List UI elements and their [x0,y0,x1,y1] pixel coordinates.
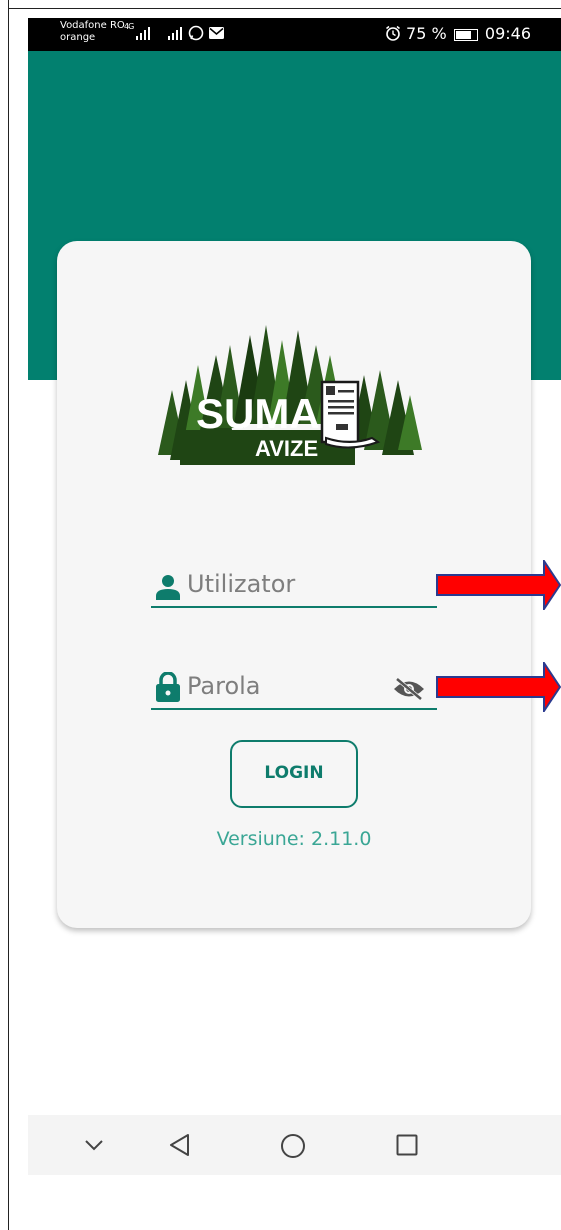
person-icon [156,575,180,600]
carrier-primary: Vodafone RO [60,20,125,31]
status-right-group: 75 % 09:46 [385,24,531,43]
lock-icon [156,672,180,702]
signal-icon-2 [168,27,182,40]
annotation-arrow-username [436,560,561,610]
chevron-down-icon[interactable] [84,1139,104,1151]
password-placeholder: Parola [187,672,261,700]
password-underline [151,708,437,710]
password-field[interactable]: Parola [151,664,437,710]
battery-icon [453,28,478,41]
eye-off-icon[interactable] [393,678,425,700]
battery-percent: 75 % [406,24,447,43]
mail-icon [209,27,224,39]
back-icon[interactable] [168,1133,192,1157]
network-type: 4G [124,22,134,31]
username-placeholder: Utilizator [187,570,296,598]
username-underline [151,606,437,608]
frame-top-line [8,8,561,9]
carrier-info: Vodafone RO orange [60,20,125,44]
recents-icon[interactable] [396,1134,418,1156]
username-field[interactable]: Utilizator [151,562,437,608]
whatsapp-icon [188,25,204,41]
carrier-secondary: orange [60,32,96,43]
frame-left-line [8,0,9,1230]
signal-icon [136,27,150,40]
version-label: Versiune: 2.11.0 [216,828,372,850]
alarm-icon [385,25,400,41]
navigation-bar [28,1115,561,1175]
login-button[interactable]: LOGIN [230,740,358,808]
clock-time: 09:46 [484,24,531,43]
sumal-avize-logo: SUMAL AVIZE [158,325,422,465]
annotation-arrow-password [436,662,561,712]
logo-subtitle: AVIZE [255,436,318,461]
status-bar: Vodafone RO orange 4G 75 % 09:46 [28,18,561,51]
home-icon[interactable] [280,1133,306,1159]
